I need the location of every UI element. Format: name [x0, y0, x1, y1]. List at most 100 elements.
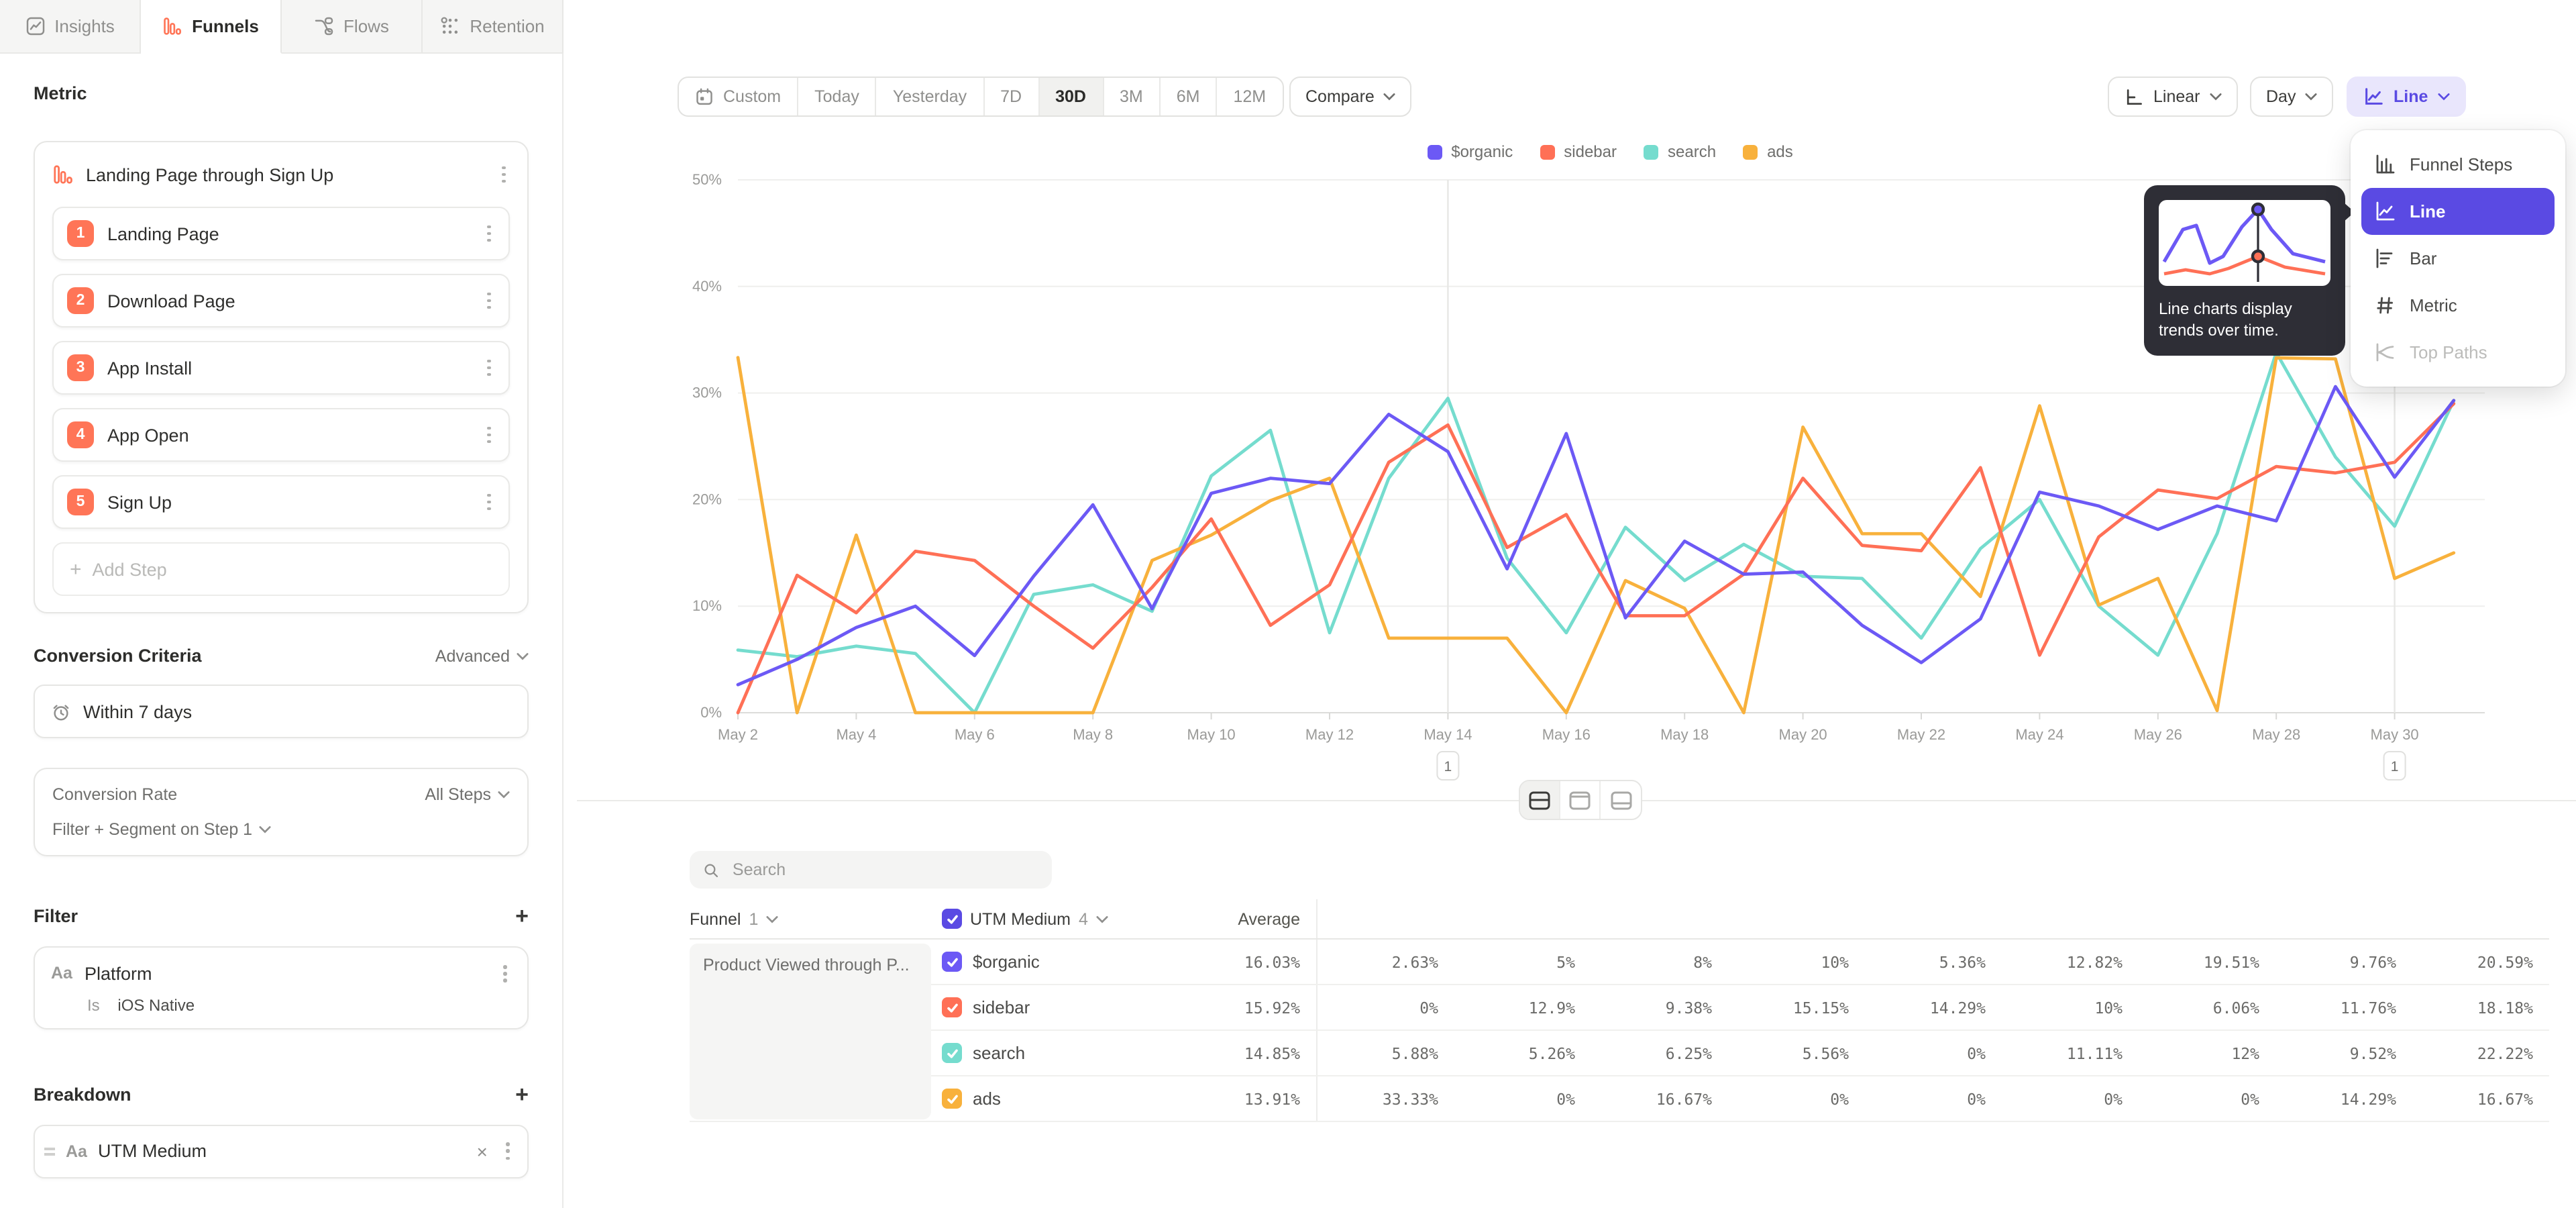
row-checkbox[interactable] — [942, 997, 962, 1017]
tab-label: Funnels — [192, 16, 259, 36]
range-30d[interactable]: 30D — [1039, 78, 1104, 115]
line-chart-icon — [2373, 200, 2396, 223]
table-search[interactable] — [690, 851, 1052, 889]
metric-heading: Metric — [34, 83, 529, 103]
step-kebab-menu[interactable] — [484, 489, 495, 515]
range-yesterday[interactable]: Yesterday — [877, 78, 984, 115]
add-breakdown-button[interactable]: + — [515, 1083, 529, 1106]
filter-kebab-menu[interactable] — [500, 961, 511, 987]
filter-segment-dropdown[interactable]: Filter + Segment on Step 1 — [52, 820, 510, 839]
range-today[interactable]: Today — [798, 78, 877, 115]
tab-insights[interactable]: Insights — [0, 0, 141, 54]
conversion-criteria-heading: Conversion Criteria — [34, 646, 202, 666]
svg-text:May 2: May 2 — [718, 726, 758, 743]
value-cell: 20.59% — [2412, 952, 2549, 971]
value-cell: 5% — [1454, 952, 1591, 971]
value-cell: 14.29% — [1865, 998, 2002, 1017]
funnel-step-row[interactable]: 4App Open — [52, 408, 510, 462]
range-6m[interactable]: 6M — [1161, 78, 1218, 115]
menu-item-line[interactable]: Line — [2361, 188, 2555, 235]
remove-breakdown-icon[interactable]: × — [472, 1141, 491, 1162]
tab-label: Retention — [470, 16, 544, 36]
range-3m[interactable]: 3M — [1104, 78, 1161, 115]
step-kebab-menu[interactable] — [484, 422, 495, 448]
svg-text:May 30: May 30 — [2371, 726, 2419, 743]
table-row: sidebar15.92%0%12.9%9.38%15.15%14.29%10%… — [690, 985, 2549, 1031]
range-label: 7D — [1000, 87, 1022, 106]
funnel-step-row[interactable]: 2Download Page — [52, 274, 510, 328]
tab-retention[interactable]: Retention — [423, 0, 564, 54]
layout-split-view-button[interactable] — [1520, 781, 1560, 819]
legend-item[interactable]: search — [1644, 142, 1716, 161]
value-cell: 0% — [2139, 1089, 2275, 1108]
range-custom[interactable]: Custom — [679, 78, 798, 115]
range-label: Today — [814, 87, 859, 106]
add-step-label: Add Step — [93, 559, 167, 579]
breakdown-kebab-menu[interactable] — [502, 1139, 514, 1164]
step-kebab-menu[interactable] — [484, 221, 495, 246]
legend-label: ads — [1767, 142, 1793, 161]
svg-text:May 12: May 12 — [1305, 726, 1354, 743]
menu-item-metric[interactable]: Metric — [2361, 282, 2555, 329]
step-kebab-menu[interactable] — [484, 288, 495, 313]
layout-toggle-group — [1519, 780, 1642, 820]
tab-flows[interactable]: Flows — [282, 0, 423, 54]
tab-funnels[interactable]: Funnels — [141, 0, 282, 54]
chevron-down-icon — [2305, 93, 2317, 101]
table-body: Product Viewed through P... $organic16.0… — [690, 940, 2549, 1122]
value-cell: 33.33% — [1318, 1089, 1454, 1108]
menu-item-funnel-steps[interactable]: Funnel Steps — [2361, 141, 2555, 188]
compare-button[interactable]: Compare — [1289, 77, 1412, 117]
legend-label: $organic — [1451, 142, 1513, 161]
all-steps-dropdown[interactable]: All Steps — [425, 785, 510, 804]
funnel-column-header[interactable]: Funnel 1 — [690, 909, 942, 928]
annotation-badge[interactable]: 1 — [2384, 752, 2406, 780]
row-checkbox[interactable] — [942, 952, 962, 972]
chevron-down-icon — [517, 652, 529, 660]
layout-table-only-button[interactable] — [1601, 781, 1641, 819]
svg-text:May 20: May 20 — [1779, 726, 1827, 743]
scale-dropdown-button[interactable]: Linear — [2108, 77, 2238, 117]
layout-chart-only-button[interactable] — [1560, 781, 1601, 819]
step-kebab-menu[interactable] — [484, 355, 495, 381]
range-12m[interactable]: 12M — [1218, 78, 1283, 115]
svg-text:May 10: May 10 — [1187, 726, 1236, 743]
breakdown-column-header[interactable]: UTM Medium 4 — [942, 909, 1183, 929]
filter-platform-card[interactable]: Aa Platform Is iOS Native — [34, 946, 529, 1029]
funnel-step-row[interactable]: 3App Install — [52, 341, 510, 395]
chart-type-dropdown-button[interactable]: Line — [2347, 77, 2465, 117]
legend-swatch — [1427, 144, 1442, 159]
chart-type-label: Line — [2394, 87, 2428, 106]
scale-label: Linear — [2153, 87, 2200, 106]
range-7d[interactable]: 7D — [984, 78, 1039, 115]
legend-item[interactable]: $organic — [1427, 142, 1513, 161]
value-cell: 10% — [1728, 952, 1865, 971]
chart-only-icon — [1568, 790, 1591, 810]
report-type-tabs: Insights Funnels Flows Retention — [0, 0, 564, 54]
legend-item[interactable]: ads — [1743, 142, 1793, 161]
row-checkbox[interactable] — [942, 1043, 962, 1063]
drag-handle-icon[interactable] — [44, 1148, 55, 1155]
menu-item-bar[interactable]: Bar — [2361, 235, 2555, 282]
interval-dropdown-button[interactable]: Day — [2250, 77, 2333, 117]
select-all-checkbox[interactable] — [942, 909, 962, 929]
annotation-badge[interactable]: 1 — [1437, 752, 1458, 780]
conversion-window-button[interactable]: Within 7 days — [34, 685, 529, 738]
table-row: $organic16.03%2.63%5%8%10%5.36%12.82%19.… — [690, 940, 2549, 985]
legend-item[interactable]: sidebar — [1540, 142, 1617, 161]
row-checkbox[interactable] — [942, 1089, 962, 1109]
value-cell: 12% — [2139, 1044, 2275, 1062]
funnel-group-cell[interactable]: Product Viewed through P... — [690, 944, 931, 1119]
segment-label: search — [973, 1043, 1025, 1063]
add-step-button[interactable]: + Add Step — [52, 542, 510, 596]
breakdown-utm-card[interactable]: Aa UTM Medium × — [34, 1125, 529, 1178]
search-input[interactable] — [730, 859, 1038, 880]
value-cell: 16.67% — [2412, 1089, 2549, 1108]
filter-value[interactable]: iOS Native — [117, 996, 195, 1015]
funnel-step-row[interactable]: 1Landing Page — [52, 207, 510, 260]
funnel-steps-list: 1Landing Page 2Download Page 3App Install 4… — [52, 207, 510, 529]
funnel-kebab-menu[interactable] — [498, 162, 510, 187]
add-filter-button[interactable]: + — [515, 905, 529, 927]
advanced-dropdown[interactable]: Advanced — [435, 646, 529, 665]
funnel-step-row[interactable]: 5Sign Up — [52, 475, 510, 529]
